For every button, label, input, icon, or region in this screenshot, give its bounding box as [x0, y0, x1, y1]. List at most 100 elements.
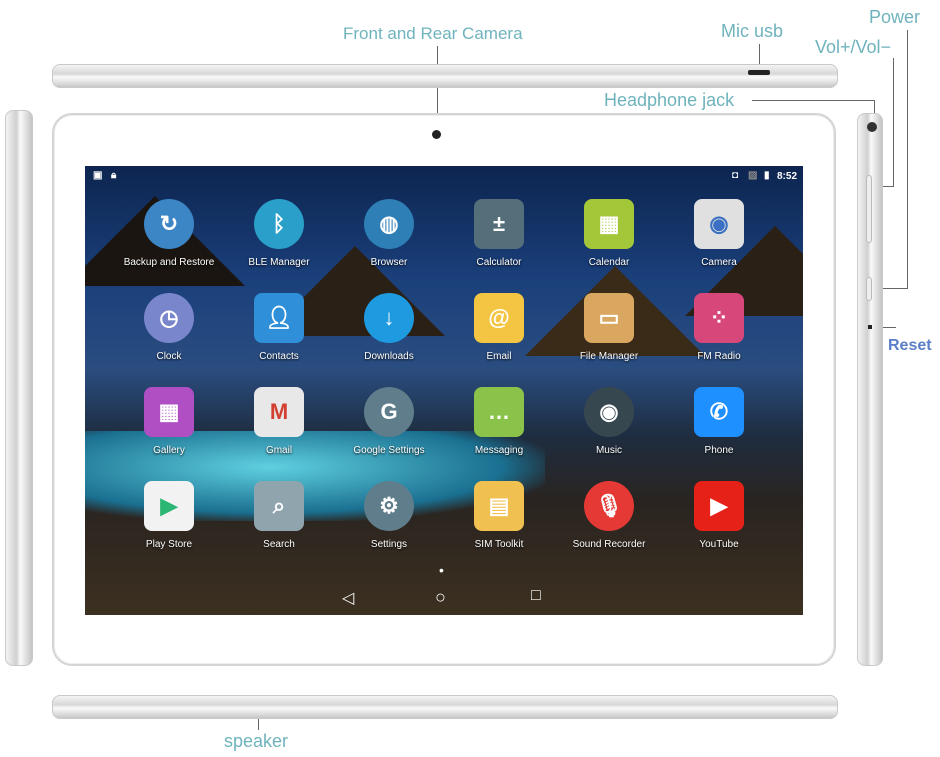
tablet-top-edge [52, 64, 838, 88]
power-button[interactable] [866, 277, 872, 301]
app-label: Contacts [259, 351, 299, 362]
app-messaging[interactable]: … Messaging [449, 387, 549, 456]
music-icon: ◉ [584, 387, 634, 437]
speaker-label: speaker [224, 731, 289, 751]
front-camera [432, 130, 441, 139]
app-contacts[interactable]: 👤︎ Contacts [229, 293, 329, 362]
microphone-icon: 🎙︎ [584, 481, 634, 531]
app-label: File Manager [579, 351, 639, 362]
power-leader-line [880, 288, 908, 289]
app-ble-manager[interactable]: ᛒ BLE Manager [229, 199, 329, 268]
download-icon: ↓ [364, 293, 414, 343]
sim-icon: ▤ [474, 481, 524, 531]
play-store-icon: ▶ [144, 481, 194, 531]
app-label: Phone [704, 445, 734, 456]
app-label: BLE Manager [248, 257, 310, 268]
front-rear-camera-label: Front and Rear Camera [343, 24, 523, 43]
app-label: YouTube [699, 539, 739, 550]
folder-icon: ▭ [584, 293, 634, 343]
contacts-icon: 👤︎ [254, 293, 304, 343]
back-button[interactable]: ◁ [342, 588, 354, 608]
app-gallery[interactable]: ▦ Gallery [119, 387, 219, 456]
app-calculator[interactable]: ± Calculator [449, 199, 549, 268]
reset-label: Reset [888, 337, 932, 354]
app-play-store[interactable]: ▶ Play Store [119, 481, 219, 550]
gallery-icon: ▦ [144, 387, 194, 437]
app-gmail[interactable]: M Gmail [229, 387, 329, 456]
globe-icon: ◍ [364, 199, 414, 249]
app-label: Camera [701, 257, 737, 268]
radio-icon: ⁘ [694, 293, 744, 343]
backup-icon: ↻ [144, 199, 194, 249]
mic-usb-label: Mic usb [721, 21, 784, 41]
app-google-settings[interactable]: G Google Settings [339, 387, 439, 456]
volume-button[interactable] [866, 175, 872, 243]
app-email[interactable]: @ Email [449, 293, 549, 362]
reset-hole[interactable] [868, 325, 872, 329]
app-label: Backup and Restore [123, 257, 215, 268]
power-leader-line [907, 30, 908, 288]
app-label: SIM Toolkit [474, 539, 524, 550]
app-downloads[interactable]: ↓ Downloads [339, 293, 439, 362]
volume-label: Vol+/Vol− [815, 37, 892, 57]
power-label: Power [869, 7, 921, 27]
app-clock[interactable]: ◷ Clock [119, 293, 219, 362]
app-search[interactable]: ⌕ Search [229, 481, 329, 550]
clock-time: 8:52 [777, 171, 798, 182]
app-label: Music [595, 445, 623, 456]
headphone-jack-label: Headphone jack [604, 90, 735, 110]
home-button[interactable]: ○ [435, 587, 446, 608]
app-browser[interactable]: ◍ Browser [339, 199, 439, 268]
battery-icon: ▮ [764, 170, 770, 181]
phone-icon: ✆ [694, 387, 744, 437]
volume-leader-line [893, 58, 894, 186]
gmail-icon: M [254, 387, 304, 437]
app-fm-radio[interactable]: ⁘ FM Radio [669, 293, 769, 362]
clock-icon: ◷ [144, 293, 194, 343]
app-backup-and-restore[interactable]: ↻ Backup and Restore [119, 199, 219, 268]
image-icon: ▣ [93, 170, 103, 181]
app-label: Search [263, 539, 295, 550]
app-label: Messaging [474, 445, 524, 456]
vibrate-icon: ◘ [732, 170, 739, 181]
headphone-leader-line [752, 100, 874, 101]
app-label: Email [486, 351, 512, 362]
page-indicator: • [439, 562, 444, 578]
recents-button[interactable]: □ [531, 587, 541, 605]
app-label: Settings [370, 539, 408, 550]
app-youtube[interactable]: ▶ YouTube [669, 481, 769, 550]
calculator-icon: ± [474, 199, 524, 249]
app-settings[interactable]: ⚙ Settings [339, 481, 439, 550]
tablet-left-edge [5, 110, 33, 666]
email-icon: @ [474, 293, 524, 343]
app-sim-toolkit[interactable]: ▤ SIM Toolkit [449, 481, 549, 550]
youtube-icon: ▶ [694, 481, 744, 531]
app-label: Sound Recorder [572, 539, 646, 550]
app-calendar[interactable]: ▦ Calendar [559, 199, 659, 268]
app-label: Gallery [153, 445, 185, 456]
camera-icon: ◉ [694, 199, 744, 249]
app-label: Clock [156, 351, 182, 362]
app-label: Play Store [145, 539, 193, 550]
app-camera[interactable]: ◉ Camera [669, 199, 769, 268]
bluetooth-icon: ᛒ [254, 199, 304, 249]
headphone-jack [867, 122, 877, 132]
app-file-manager[interactable]: ▭ File Manager [559, 293, 659, 362]
settings-icon: ⚙ [364, 481, 414, 531]
app-sound-recorder[interactable]: 🎙︎ Sound Recorder [559, 481, 659, 550]
usb-port [748, 70, 770, 75]
messaging-icon: … [474, 387, 524, 437]
app-label: Downloads [364, 351, 414, 362]
no-sim-icon: ▨ [748, 170, 758, 181]
home-screen: ▣ 🔒︎ ◘ ▨ ▮ 8:52 ↻ Backup and Restore ᛒ BLE … [85, 166, 803, 615]
app-label: Google Settings [353, 445, 425, 456]
app-label: Browser [370, 257, 408, 268]
app-music[interactable]: ◉ Music [559, 387, 659, 456]
app-label: Gmail [265, 445, 293, 456]
app-phone[interactable]: ✆ Phone [669, 387, 769, 456]
app-label: Calendar [588, 257, 630, 268]
app-label: FM Radio [697, 351, 741, 362]
app-label: Calculator [476, 257, 522, 268]
google-settings-icon: G [364, 387, 414, 437]
search-icon: ⌕ [254, 481, 304, 531]
